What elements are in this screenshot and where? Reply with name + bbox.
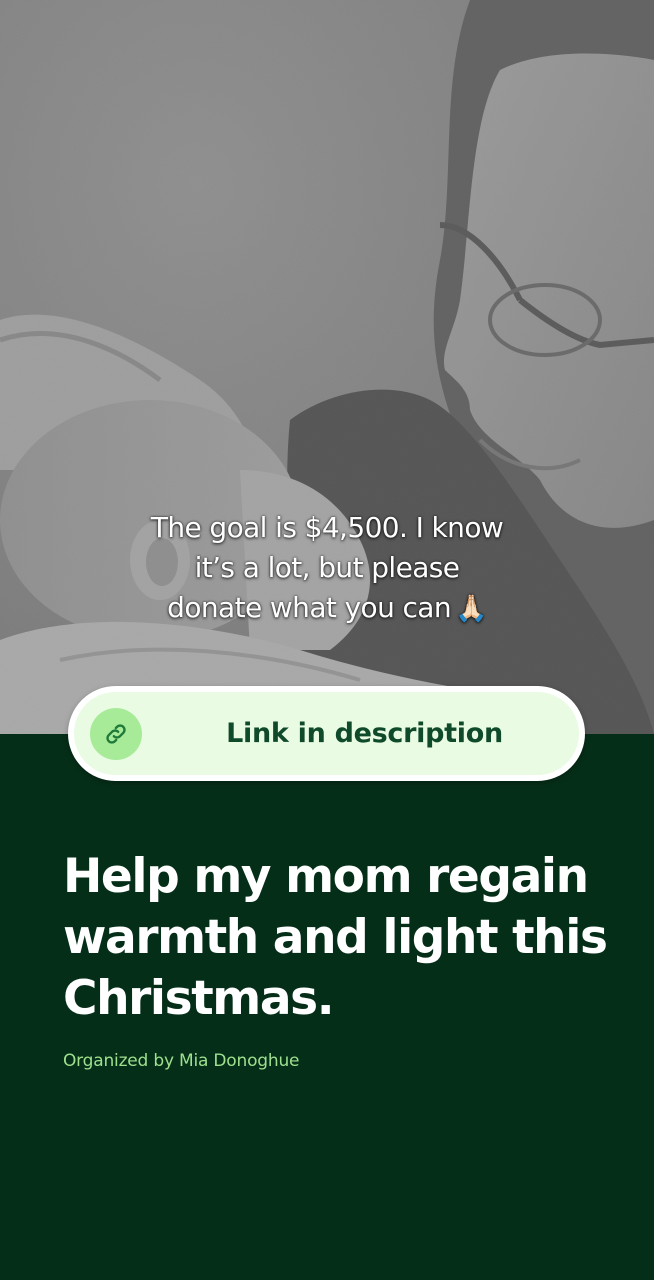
caption-line-3: donate what you can — [167, 591, 452, 624]
link-in-description-button[interactable]: Link in description — [68, 686, 585, 781]
praying-hands-emoji: 🙏🏻 — [455, 594, 487, 624]
video-caption: The goal is $4,500. I know it’s a lot, b… — [60, 508, 594, 629]
background-photo: The goal is $4,500. I know it’s a lot, b… — [0, 0, 654, 734]
video-frame: The goal is $4,500. I know it’s a lot, b… — [0, 0, 654, 1280]
link-icon — [90, 708, 142, 760]
caption-line-3-wrap: donate what you can 🙏🏻 — [60, 588, 594, 629]
fundraiser-title: Help my mom regain warmth and light this… — [63, 849, 608, 1026]
caption-line-1: The goal is $4,500. I know — [150, 511, 504, 544]
organizer-name: Organized by Mia Donoghue — [63, 1051, 300, 1071]
caption-line-2: it’s a lot, but please — [194, 551, 460, 584]
link-label: Link in description — [226, 718, 503, 749]
